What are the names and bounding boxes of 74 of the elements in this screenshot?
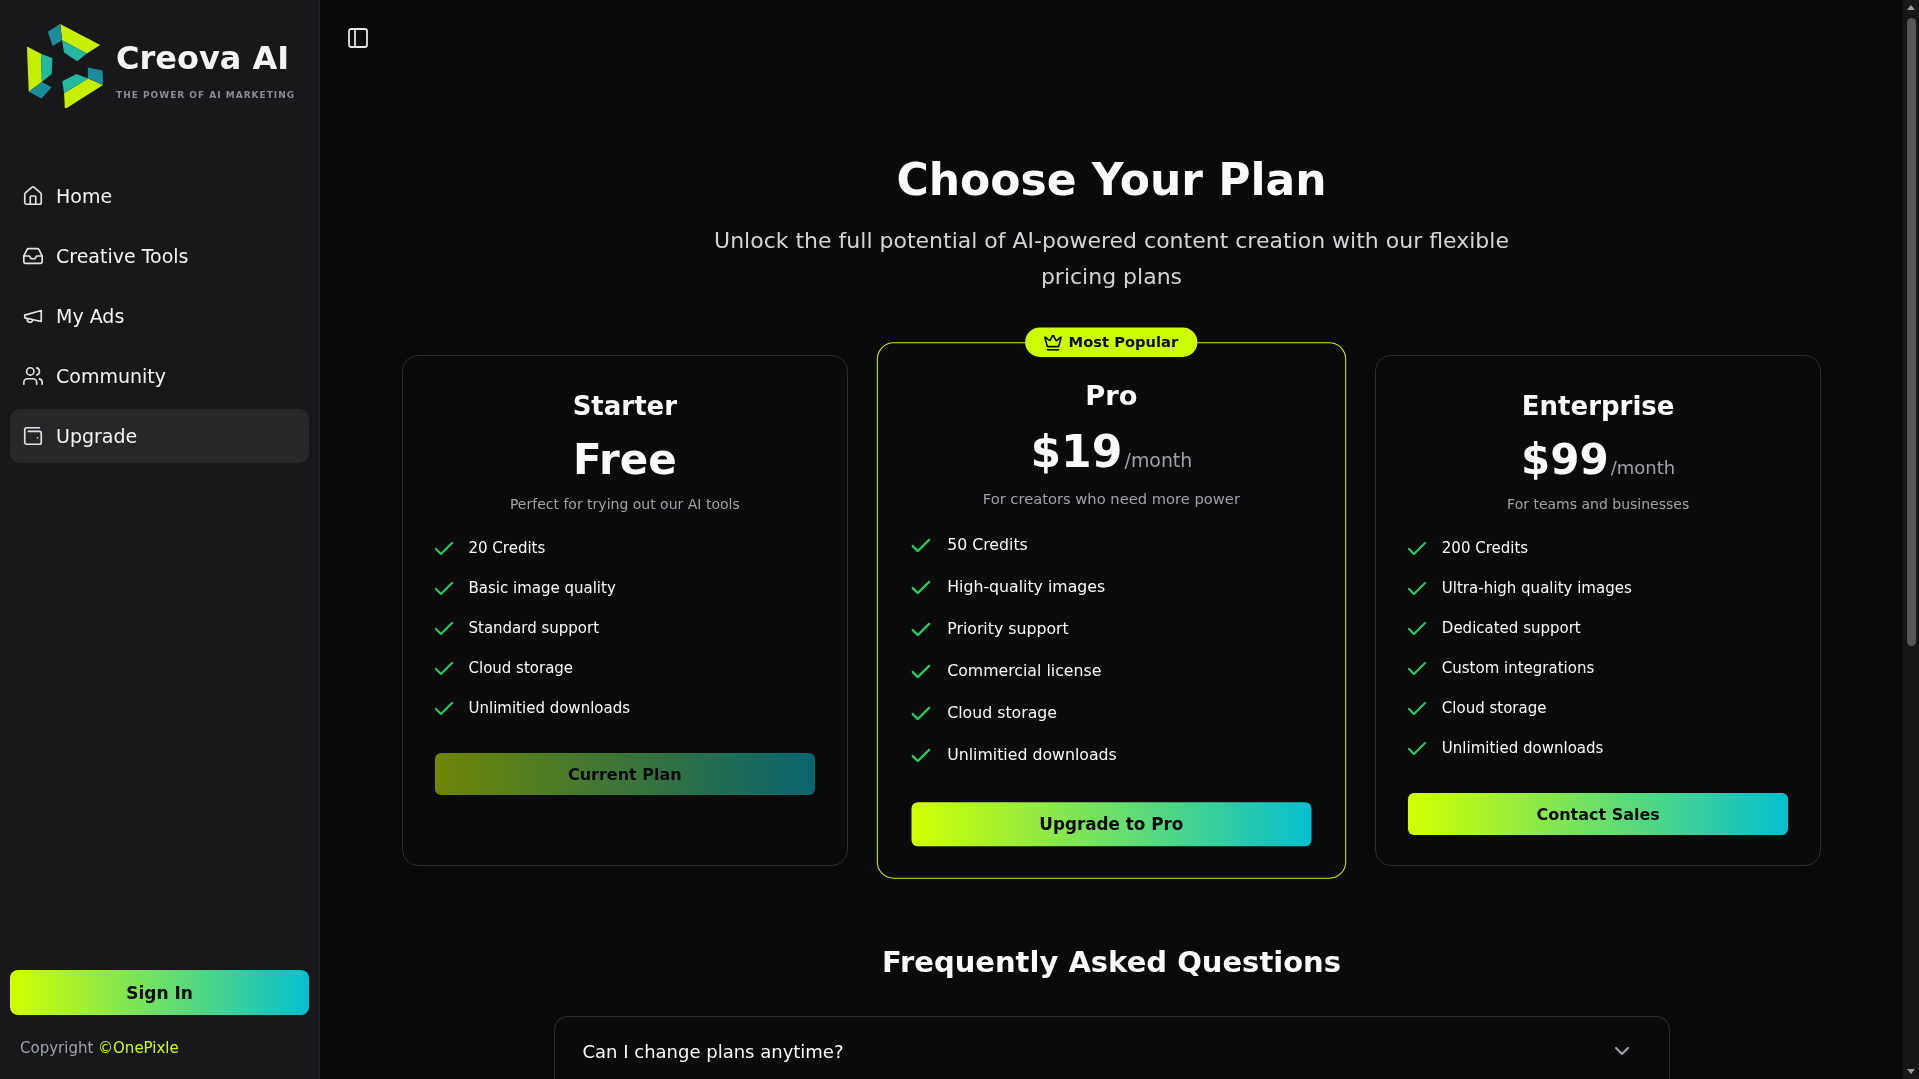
nav-item[interactable]: Home	[10, 169, 309, 223]
feature-text: Cloud storage	[1441, 699, 1547, 717]
price-period: /month	[1610, 457, 1676, 478]
feature-text: 50 Credits	[947, 535, 1028, 555]
feature-text: Unlimitied downloads	[468, 699, 630, 717]
copyright-text: Copyright ©OnePixle	[20, 1038, 180, 1058]
check-icon	[911, 580, 931, 594]
nav-item[interactable]: My Ads	[10, 289, 309, 343]
sidebar-panel-icon	[348, 28, 368, 48]
feature-text: Custom integrations	[1441, 659, 1595, 677]
plan-button[interactable]: Upgrade to Pro	[911, 802, 1312, 847]
plan-description: For creators who need more power	[982, 489, 1241, 510]
check-icon	[911, 664, 931, 678]
feature-text: Unlimitied downloads	[1441, 739, 1604, 757]
feature-text: 20 Credits	[468, 539, 546, 557]
check-icon	[434, 541, 453, 555]
check-icon	[1407, 541, 1426, 555]
check-icon	[434, 661, 453, 675]
plan-price: $99	[1521, 434, 1609, 486]
feature-text: Dedicated support	[1441, 619, 1581, 637]
check-icon	[911, 538, 931, 552]
faq-heading: Frequently Asked Questions	[881, 944, 1341, 980]
plan-price: $19	[1030, 425, 1123, 480]
check-icon	[1407, 581, 1426, 595]
price-period: /month	[1124, 449, 1193, 472]
scroll-up-arrow-icon[interactable]	[1907, 5, 1915, 10]
plan-name: Starter	[572, 390, 678, 423]
check-icon	[434, 701, 453, 715]
brand-name: Creova AI	[116, 38, 290, 78]
feature-text: Cloud storage	[947, 703, 1058, 723]
inbox-icon	[22, 245, 44, 267]
check-icon	[1407, 661, 1426, 675]
plan-description: Perfect for trying out our AI tools	[509, 495, 740, 514]
check-icon	[1407, 621, 1426, 635]
feature-text: Unlimitied downloads	[947, 745, 1117, 765]
plan-price: Free	[573, 434, 677, 486]
check-icon	[911, 706, 931, 720]
feature-text: Ultra-high quality images	[1441, 579, 1632, 597]
home-icon	[22, 185, 44, 207]
nav-item[interactable]: Creative Tools	[10, 229, 309, 283]
scrollbar-thumb[interactable]	[1906, 18, 1916, 646]
sign-in-button[interactable]: Sign In	[10, 970, 309, 1015]
brand-tagline: THE POWER OF AI MARKETING	[116, 89, 296, 102]
sidebar-toggle-button[interactable]	[348, 28, 368, 48]
owner-link[interactable]: ©OnePixle	[98, 1039, 179, 1057]
badge-label: Most Popular	[1068, 333, 1179, 351]
check-icon	[1407, 701, 1426, 715]
feature-text: Basic image quality	[468, 579, 616, 597]
scroll-down-arrow-icon[interactable]	[1907, 1069, 1915, 1074]
plan-name: Enterprise	[1521, 390, 1675, 423]
nav-item[interactable]: Upgrade	[10, 409, 309, 463]
feature-text: Standard support	[468, 619, 600, 637]
plan-name: Pro	[1085, 379, 1138, 414]
users-icon	[22, 365, 44, 387]
nav-item[interactable]: Community	[10, 349, 309, 403]
feature-text: Priority support	[947, 619, 1069, 639]
check-icon	[434, 581, 453, 595]
check-icon	[911, 748, 931, 762]
plan-button[interactable]: Contact Sales	[1407, 793, 1789, 835]
feature-text: Commercial license	[947, 661, 1102, 681]
page-subtitle: Unlock the full potential of AI-powered content creation with our flexible pricing plans	[713, 227, 1510, 291]
scrollbar[interactable]	[1903, 0, 1919, 1079]
logo-icon	[24, 22, 104, 108]
check-icon	[434, 621, 453, 635]
wallet-icon	[22, 425, 44, 447]
crown-icon	[1044, 334, 1063, 351]
check-icon	[911, 622, 931, 636]
page-title: Choose Your Plan	[896, 154, 1327, 206]
feature-text: High-quality images	[947, 577, 1106, 597]
faq-question-button[interactable]: Can I change plans anytime?	[582, 1039, 1629, 1063]
check-icon	[1407, 741, 1426, 755]
plan-description: For teams and businesses	[1507, 495, 1690, 514]
feature-text: 200 Credits	[1441, 539, 1529, 557]
feature-text: Cloud storage	[468, 659, 574, 677]
